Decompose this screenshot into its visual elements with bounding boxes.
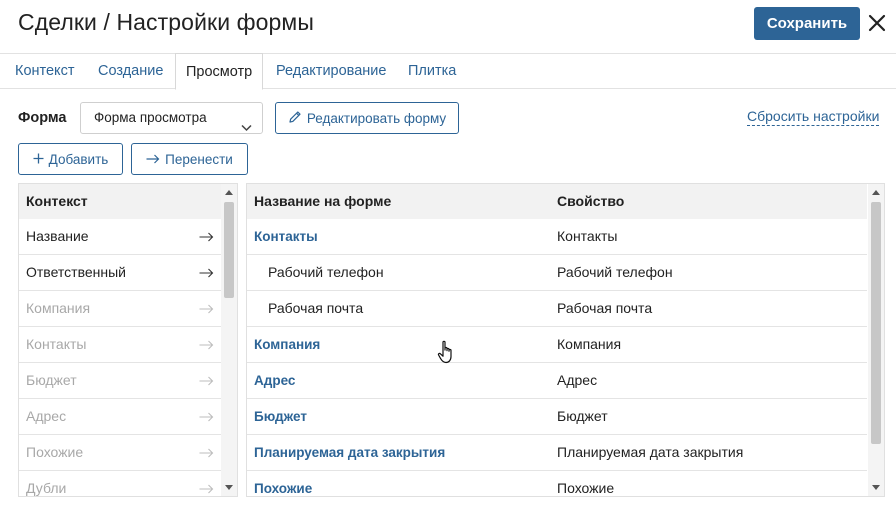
tab-bar: Контекст Создание Просмотр Редактировани… (0, 53, 896, 90)
context-item-label: Компания (26, 300, 91, 316)
column-header-name: Название на форме (254, 193, 392, 209)
form-field-property: Рабочий телефон (557, 264, 673, 280)
move-button[interactable]: Перенести (131, 143, 248, 175)
move-label: Перенести (165, 151, 233, 167)
form-field-name-link[interactable]: Бюджет (254, 399, 307, 434)
form-field-property: Похожие (557, 480, 615, 496)
form-field-name: Рабочая почта (268, 300, 364, 316)
form-field-name-link[interactable]: Адрес (254, 363, 295, 398)
form-field-property: Контакты (557, 228, 618, 244)
form-fields-panel: Название на форме Свойство Контакты Конта… (246, 183, 885, 497)
context-item-label: Контакты (26, 336, 87, 352)
context-item-label: Похожие (26, 444, 84, 460)
edit-form-label: Редактировать форму (306, 110, 447, 126)
form-fields-header: Название на форме Свойство (247, 184, 867, 219)
tab-context[interactable]: Контекст (15, 54, 74, 89)
form-field-name-link[interactable]: Компания (254, 327, 320, 362)
reset-settings-link[interactable]: Сбросить настройки (747, 108, 880, 126)
form-field-property: Адрес (557, 372, 598, 388)
context-item-label: Ответственный (26, 264, 126, 280)
scroll-thumb[interactable] (871, 202, 881, 444)
context-list-item[interactable]: Контакты (19, 327, 221, 363)
arrow-right-icon (146, 152, 160, 167)
context-list-item[interactable]: Адрес (19, 399, 221, 435)
arrow-right-icon[interactable] (199, 327, 214, 362)
form-field-row[interactable]: Компания Компания (247, 327, 867, 363)
context-scrollbar[interactable] (221, 184, 237, 496)
scroll-thumb[interactable] (224, 202, 234, 298)
arrow-right-icon[interactable] (199, 435, 214, 470)
form-field-property: Планируемая дата закрытия (557, 444, 744, 460)
form-field-name-link[interactable]: Похожие (254, 471, 312, 496)
form-field-name: Рабочий телефон (268, 264, 384, 280)
close-icon[interactable] (864, 9, 890, 37)
form-scrollbar[interactable] (868, 184, 884, 496)
column-header-property: Свойство (557, 193, 625, 209)
context-item-label: Название (26, 228, 89, 244)
context-item-label: Дубли (26, 480, 67, 496)
page-title: Сделки / Настройки формы (18, 9, 314, 35)
scroll-up-arrow[interactable] (225, 190, 233, 195)
context-list-item[interactable]: Бюджет (19, 363, 221, 399)
hand-cursor-icon (437, 339, 457, 370)
context-list-item[interactable]: Похожие (19, 435, 221, 471)
scroll-down-arrow[interactable] (872, 485, 880, 490)
context-list-item[interactable]: Дубли (19, 471, 221, 496)
form-field-property: Рабочая почта (557, 300, 653, 316)
context-panel-header: Контекст (19, 184, 221, 219)
arrow-right-icon[interactable] (199, 363, 214, 398)
context-item-label: Бюджет (26, 372, 77, 388)
save-button[interactable]: Сохранить (754, 7, 860, 40)
add-button[interactable]: Добавить (18, 143, 123, 175)
arrow-right-icon[interactable] (199, 255, 214, 290)
context-list-item[interactable]: Ответственный (19, 255, 221, 291)
form-field-row[interactable]: Похожие Похожие (247, 471, 867, 496)
form-select-value: Форма просмотра (94, 110, 207, 125)
tab-create[interactable]: Создание (98, 54, 163, 89)
add-label: Добавить (48, 151, 109, 167)
form-field-row[interactable]: Планируемая дата закрытия Планируемая дат… (247, 435, 867, 471)
form-field-property: Бюджет (557, 408, 608, 424)
arrow-right-icon[interactable] (199, 399, 214, 434)
form-field-row[interactable]: Рабочий телефон Рабочий телефон (247, 255, 867, 291)
edit-form-button[interactable]: Редактировать форму (275, 102, 459, 134)
form-field-name-link[interactable]: Контакты (254, 219, 318, 254)
form-field-row[interactable]: Бюджет Бюджет (247, 399, 867, 435)
tab-edit[interactable]: Редактирование (276, 54, 386, 89)
form-field-row[interactable]: Адрес Адрес (247, 363, 867, 399)
tab-tile[interactable]: Плитка (408, 54, 456, 89)
arrow-right-icon[interactable] (199, 471, 214, 496)
page-header: Сделки / Настройки формы Сохранить (0, 0, 896, 52)
pencil-icon (288, 110, 302, 127)
arrow-right-icon[interactable] (199, 291, 214, 326)
arrow-right-icon[interactable] (199, 219, 214, 254)
chevron-down-icon (241, 113, 252, 143)
plus-icon (33, 152, 44, 167)
form-field-property: Компания (557, 336, 622, 352)
form-field-row[interactable]: Контакты Контакты (247, 219, 867, 255)
form-label: Форма (18, 110, 67, 126)
context-list-item[interactable]: Название (19, 219, 221, 255)
form-field-row[interactable]: Рабочая почта Рабочая почта (247, 291, 867, 327)
scroll-up-arrow[interactable] (872, 190, 880, 195)
form-select[interactable]: Форма просмотра (80, 102, 263, 134)
form-field-name-link[interactable]: Планируемая дата закрытия (254, 435, 445, 470)
tab-view[interactable]: Просмотр (175, 53, 264, 90)
scroll-down-arrow[interactable] (225, 485, 233, 490)
context-panel: Контекст Название Ответственный Компания Ко… (18, 183, 238, 497)
context-item-label: Адрес (26, 408, 67, 424)
context-list-item[interactable]: Компания (19, 291, 221, 327)
